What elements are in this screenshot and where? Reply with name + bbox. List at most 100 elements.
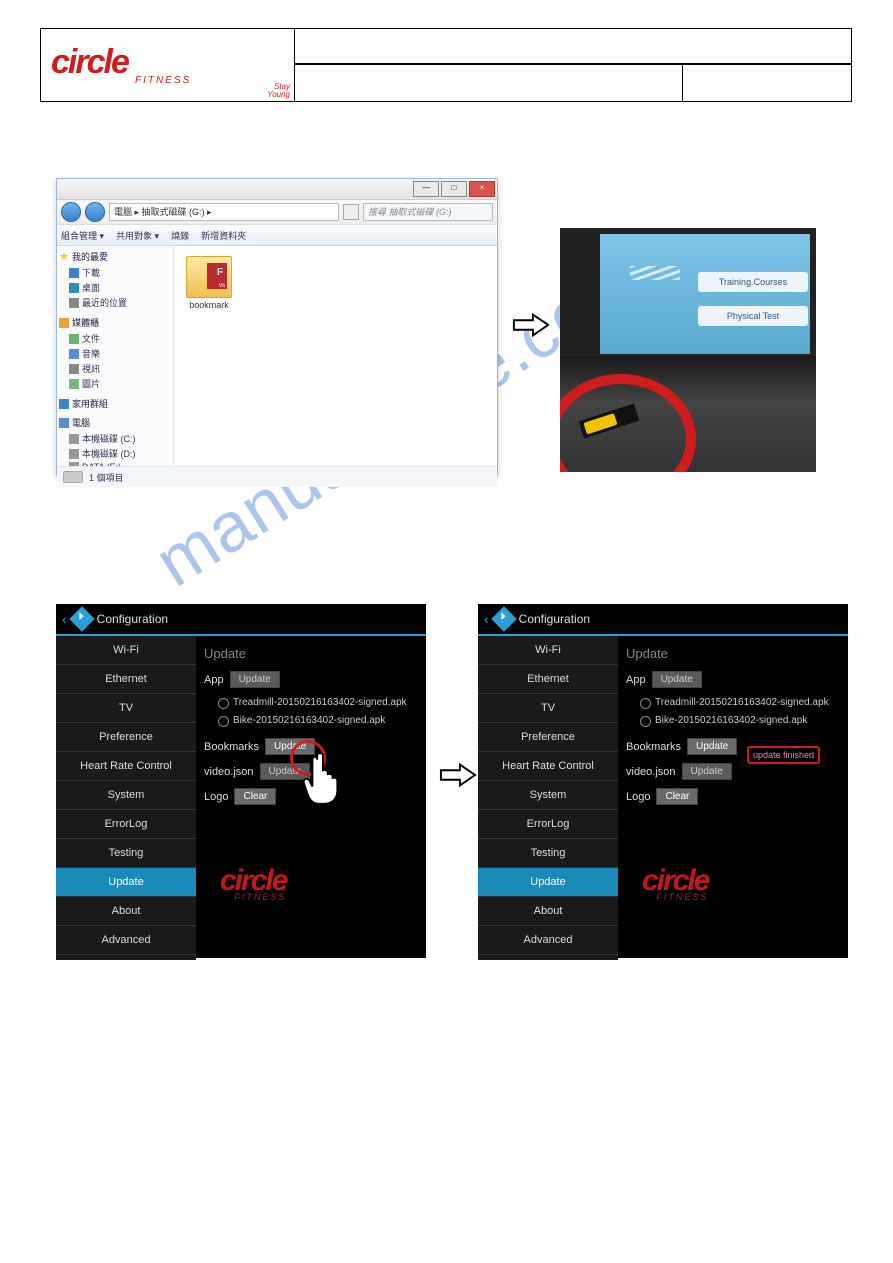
section-title: Update — [204, 646, 418, 661]
video-label: video.json — [204, 766, 254, 778]
bookmarks-label: Bookmarks — [204, 741, 259, 753]
config-side-heart-rate-control[interactable]: Heart Rate Control — [478, 752, 618, 781]
config-side-heart-rate-control[interactable]: Heart Rate Control — [56, 752, 196, 781]
drive-e[interactable]: DATA (E:) — [59, 461, 171, 466]
lib-music[interactable]: 音樂 — [59, 346, 171, 361]
config-side-tv[interactable]: TV — [56, 694, 196, 723]
arrow-icon — [512, 310, 550, 340]
menu-newfolder[interactable]: 新增資料夾 — [201, 229, 246, 242]
config-side-errorlog[interactable]: ErrorLog — [56, 810, 196, 839]
status-bar: 1 個項目 — [57, 466, 497, 487]
apk-option-treadmill[interactable]: Treadmill-20150216163402-signed.apk — [218, 694, 418, 712]
lib-videos[interactable]: 視訊 — [59, 361, 171, 376]
logo-cell: circle FITNESS StayYoung — [41, 29, 295, 102]
favorites-head[interactable]: 我的最愛 — [59, 250, 171, 263]
video-update-button[interactable]: Update — [682, 763, 732, 780]
fav-downloads[interactable]: 下載 — [59, 265, 171, 280]
maximize-button[interactable]: □ — [441, 181, 467, 197]
screen-button-physical: Physical Test — [698, 306, 808, 326]
drive-icon — [63, 471, 83, 483]
header-table: circle FITNESS StayYoung — [40, 28, 852, 102]
config-side-preference[interactable]: Preference — [56, 723, 196, 752]
config-side-about[interactable]: About — [56, 897, 196, 926]
nav-icon — [69, 606, 94, 631]
file-area[interactable]: vs bookmark — [174, 246, 497, 466]
logo-main: circle — [45, 45, 290, 79]
minimize-button[interactable]: — — [413, 181, 439, 197]
fav-recent[interactable]: 最近的位置 — [59, 295, 171, 310]
config-side-preference[interactable]: Preference — [478, 723, 618, 752]
config-side-testing[interactable]: Testing — [478, 839, 618, 868]
header-cell-3 — [683, 65, 852, 102]
drive-d[interactable]: 本機磁碟 (D:) — [59, 446, 171, 461]
drive-c[interactable]: 本機磁碟 (C:) — [59, 431, 171, 446]
lib-pictures[interactable]: 圖片 — [59, 376, 171, 391]
update-finished-badge: update finished — [747, 746, 820, 764]
machine-photo: Training Courses Physical Test — [560, 228, 816, 472]
logo-clear-button[interactable]: Clear — [234, 788, 276, 805]
back-button[interactable] — [61, 202, 81, 222]
config-side-advanced[interactable]: Advanced — [56, 926, 196, 955]
refresh-button[interactable] — [343, 204, 359, 220]
config-side-wi-fi[interactable]: Wi-Fi — [56, 636, 196, 665]
config-sidebar: Wi-FiEthernetTVPreferenceHeart Rate Cont… — [478, 636, 618, 960]
app-label: App — [204, 674, 224, 686]
app-update-button[interactable]: Update — [652, 671, 702, 688]
menubar: 組合管理 ▾ 共用對象 ▾ 燒錄 新增資料夾 — [57, 225, 497, 246]
apk-option-bike[interactable]: Bike-20150216163402-signed.apk — [640, 712, 840, 730]
config-side-about[interactable]: About — [478, 897, 618, 926]
homegroup-head[interactable]: 家用群組 — [59, 397, 171, 410]
config-sidebar: Wi-FiEthernetTVPreferenceHeart Rate Cont… — [56, 636, 196, 960]
titlebar: — □ × — [57, 179, 497, 200]
apk-option-treadmill[interactable]: Treadmill-20150216163402-signed.apk — [640, 694, 840, 712]
header-cell-1 — [295, 29, 852, 64]
logo-tag: StayYoung — [267, 83, 290, 99]
back-icon[interactable]: ‹ — [62, 611, 67, 627]
explorer-sidebar: 我的最愛 下載 桌面 最近的位置 媒體櫃 文件 音樂 視訊 圖片 家用群組 電腦 — [57, 246, 174, 466]
logo-label: Logo — [626, 791, 650, 803]
status-text: 1 個項目 — [89, 471, 124, 484]
search-input[interactable]: 搜尋 抽取式磁碟 (G:) — [363, 203, 493, 221]
bookmarks-label: Bookmarks — [626, 741, 681, 753]
config-side-wi-fi[interactable]: Wi-Fi — [478, 636, 618, 665]
computer-head[interactable]: 電腦 — [59, 416, 171, 429]
menu-organize[interactable]: 組合管理 ▾ — [61, 229, 104, 242]
screen-button-training: Training Courses — [698, 272, 808, 292]
folder-icon: vs — [186, 256, 232, 298]
circle-logo: circle FITNESS — [220, 866, 286, 902]
config-side-ethernet[interactable]: Ethernet — [478, 665, 618, 694]
libraries-head[interactable]: 媒體櫃 — [59, 316, 171, 329]
app-label: App — [626, 674, 646, 686]
config-title: Configuration — [519, 612, 590, 626]
address-bar[interactable]: 電腦 ▸ 抽取式磁碟 (G:) ▸ — [109, 203, 339, 221]
bookmarks-update-button[interactable]: Update — [687, 738, 737, 755]
config-side-tv[interactable]: TV — [478, 694, 618, 723]
config-side-ethernet[interactable]: Ethernet — [56, 665, 196, 694]
header-cell-2 — [295, 65, 683, 102]
video-label: video.json — [626, 766, 676, 778]
folder-bookmark[interactable]: vs bookmark — [184, 256, 234, 310]
folder-label: bookmark — [189, 300, 229, 310]
close-button[interactable]: × — [469, 181, 495, 197]
apk-option-bike[interactable]: Bike-20150216163402-signed.apk — [218, 712, 418, 730]
config-side-testing[interactable]: Testing — [56, 839, 196, 868]
config-side-system[interactable]: System — [56, 781, 196, 810]
app-update-button[interactable]: Update — [230, 671, 280, 688]
back-icon[interactable]: ‹ — [484, 611, 489, 627]
lib-documents[interactable]: 文件 — [59, 331, 171, 346]
config-title: Configuration — [97, 612, 168, 626]
nav-icon — [491, 606, 516, 631]
config-side-update[interactable]: Update — [56, 868, 196, 897]
config-panel-before: ‹ Configuration Wi-FiEthernetTVPreferenc… — [56, 604, 426, 958]
config-side-system[interactable]: System — [478, 781, 618, 810]
config-side-errorlog[interactable]: ErrorLog — [478, 810, 618, 839]
logo-clear-button[interactable]: Clear — [656, 788, 698, 805]
forward-button[interactable] — [85, 202, 105, 222]
fav-desktop[interactable]: 桌面 — [59, 280, 171, 295]
logo-label: Logo — [204, 791, 228, 803]
config-side-advanced[interactable]: Advanced — [478, 926, 618, 955]
menu-burn[interactable]: 燒錄 — [171, 229, 189, 242]
arrow-icon — [439, 760, 477, 790]
config-side-update[interactable]: Update — [478, 868, 618, 897]
menu-share[interactable]: 共用對象 ▾ — [116, 229, 159, 242]
